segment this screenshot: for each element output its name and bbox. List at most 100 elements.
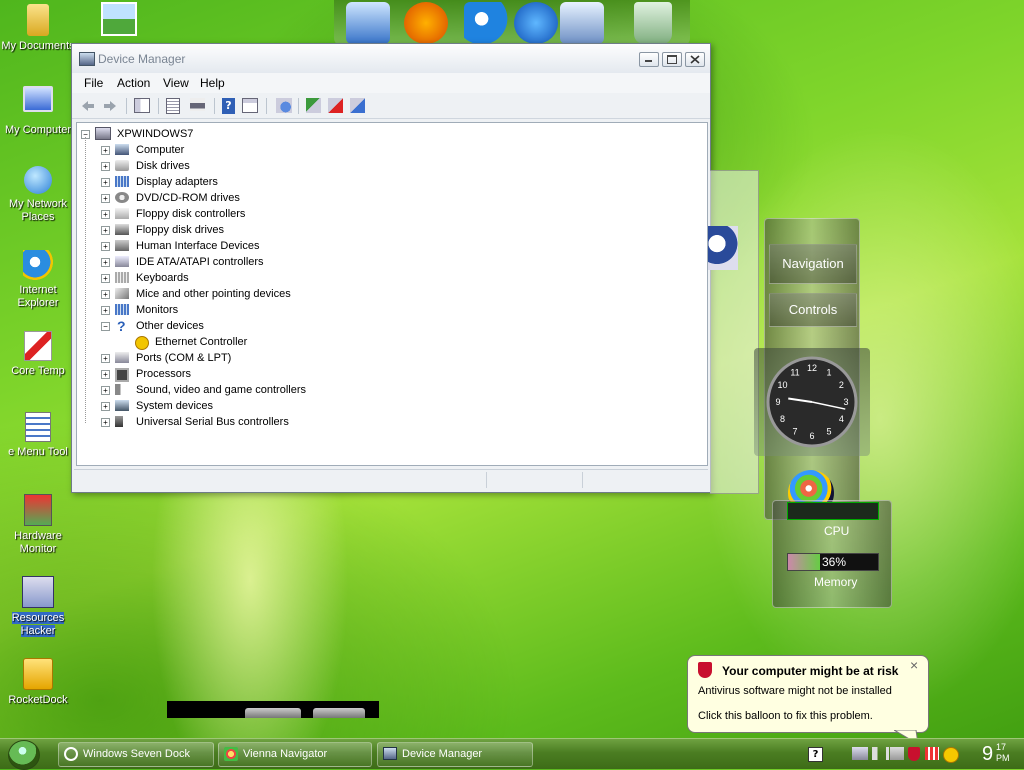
tray-app-icon[interactable]	[943, 747, 959, 763]
minimize-button[interactable]	[639, 52, 659, 67]
expand-toggle[interactable]: +	[101, 258, 110, 267]
firefox-dock-icon[interactable]	[404, 2, 448, 44]
expand-toggle[interactable]: +	[101, 274, 110, 283]
desktop-icon-label: Hardware Monitor	[14, 530, 62, 555]
desktop-icon-hardware-monitor[interactable]: Hardware Monitor	[0, 494, 76, 556]
expand-toggle[interactable]: +	[101, 306, 110, 315]
clock-numeral: 3	[843, 397, 848, 407]
internet-explorer-icon	[23, 250, 53, 280]
toolbar-separator	[126, 98, 127, 114]
internet-explorer-dock-icon[interactable]	[464, 2, 508, 44]
tree-node-label: Human Interface Devices	[136, 240, 260, 252]
desktop-icon-core-temp[interactable]: Core Temp	[0, 331, 76, 378]
expand-toggle[interactable]: +	[101, 354, 110, 363]
title-bar[interactable]: Device Manager	[72, 44, 710, 74]
expand-toggle[interactable]: +	[101, 146, 110, 155]
expand-toggle[interactable]: +	[101, 162, 110, 171]
balloon-close-button[interactable]: ×	[910, 657, 918, 673]
taskbar-button-label: Windows Seven Dock	[83, 748, 190, 760]
expand-toggle[interactable]: +	[101, 418, 110, 427]
device-category-icon	[115, 304, 129, 315]
maximize-button[interactable]	[662, 52, 682, 67]
close-button[interactable]	[685, 52, 705, 67]
media-player-dock-icon[interactable]	[514, 2, 558, 44]
taskbar-clock[interactable]: 9 17 PM	[980, 741, 1020, 767]
desktop-icon-internet-explorer[interactable]: Internet Explorer	[0, 250, 76, 310]
properties-icon[interactable]	[166, 98, 180, 114]
desktop-icon-label: RocketDock	[8, 694, 68, 706]
forward-arrow-icon[interactable]	[102, 98, 118, 114]
desktop-icon-my-computer[interactable]: My Computer	[0, 86, 76, 137]
view-pane-icon[interactable]	[242, 98, 258, 113]
volume-tray-icon[interactable]	[872, 747, 889, 760]
back-arrow-icon[interactable]	[80, 98, 96, 114]
clock-numeral: 12	[807, 363, 817, 373]
tree-node-label: Keyboards	[136, 272, 189, 284]
status-cell	[582, 472, 583, 488]
desktop-icon-my-network-places[interactable]: My Network Places	[0, 166, 76, 224]
balloon-line-1: Antivirus software might not be installe…	[698, 685, 892, 697]
disable-device-icon[interactable]	[350, 98, 365, 113]
taskbar-button-vienna-navigator[interactable]: Vienna Navigator	[218, 742, 372, 767]
network-tray-icon[interactable]	[852, 747, 868, 760]
controls-button[interactable]: Controls	[769, 293, 857, 327]
uninstall-icon[interactable]	[328, 98, 343, 113]
device-category-icon	[115, 368, 129, 382]
desktop-icon-rocketdock[interactable]: RocketDock	[0, 658, 76, 707]
expand-toggle[interactable]: +	[101, 402, 110, 411]
menu-help[interactable]: Help	[200, 76, 225, 90]
tools-dock-icon[interactable]	[560, 2, 604, 44]
power-icon[interactable]	[313, 708, 365, 718]
device-category-icon	[115, 256, 129, 267]
taskbar-button-label: Device Manager	[402, 748, 483, 760]
tray-app-icon[interactable]	[890, 747, 904, 760]
expand-toggle[interactable]: +	[101, 290, 110, 299]
menu-file[interactable]: File	[84, 76, 103, 90]
console-tree-icon[interactable]	[134, 98, 150, 113]
taskbar-button-windows-seven-dock[interactable]: Windows Seven Dock	[58, 742, 214, 767]
desktop-image-icon[interactable]	[101, 2, 137, 36]
menu-action[interactable]: Action	[117, 76, 150, 90]
help-icon[interactable]: ?	[222, 98, 235, 114]
thermometer-icon	[24, 331, 52, 361]
collapse-toggle[interactable]: −	[101, 322, 110, 331]
monitor-dock-icon[interactable]	[346, 2, 390, 44]
desktop-icon-resources-hacker[interactable]: Resources Hacker	[0, 576, 76, 638]
desktop-icon-menu-tool[interactable]: e Menu Tool	[0, 412, 76, 459]
bottom-dock-bar	[167, 701, 379, 718]
device-category-icon	[115, 208, 129, 219]
device-manager-icon	[79, 52, 95, 66]
expand-toggle[interactable]: +	[101, 386, 110, 395]
expand-toggle[interactable]: +	[101, 226, 110, 235]
device-category-icon	[115, 192, 129, 203]
device-tree: − XPWINDOWS7 + Computer + Disk drives + Displ…	[76, 122, 708, 466]
scan-hardware-icon[interactable]	[276, 98, 292, 113]
tree-node-label: System devices	[136, 400, 214, 412]
expand-toggle[interactable]: +	[101, 210, 110, 219]
tray-help-icon[interactable]: ?	[808, 747, 823, 762]
recycle-bin-dock-icon[interactable]	[634, 2, 672, 44]
desktop-icon-my-documents[interactable]: My Documents	[0, 4, 76, 53]
clock-gadget[interactable]: 12 1 2 3 4 5 6 7 8 9 10 11	[754, 348, 870, 456]
tree-guide-line	[85, 137, 86, 423]
expand-toggle[interactable]: +	[101, 178, 110, 187]
print-icon[interactable]	[190, 98, 205, 111]
security-center-tray-icon[interactable]	[908, 747, 920, 761]
tree-node-label: IDE ATA/ATAPI controllers	[136, 256, 264, 268]
menu-view[interactable]: View	[163, 76, 189, 90]
rocketdock-icon	[23, 658, 53, 690]
expand-toggle[interactable]: +	[101, 242, 110, 251]
expand-toggle[interactable]: +	[101, 370, 110, 379]
tray-app-icon[interactable]	[925, 747, 939, 760]
start-button[interactable]	[8, 740, 40, 770]
dock-item-button[interactable]	[245, 708, 301, 718]
tray-help-glyph: ?	[812, 749, 819, 760]
taskbar-button-device-manager[interactable]: Device Manager	[377, 742, 533, 767]
update-driver-icon[interactable]	[306, 98, 321, 113]
expand-toggle[interactable]: +	[101, 194, 110, 203]
tree-root-label: XPWINDOWS7	[117, 128, 194, 140]
security-alert-balloon[interactable]: Your computer might be at risk × Antivir…	[687, 655, 929, 744]
navigation-button[interactable]: Navigation	[769, 244, 857, 284]
memory-meter-track: 36%	[787, 553, 879, 571]
device-category-icon	[115, 400, 129, 411]
